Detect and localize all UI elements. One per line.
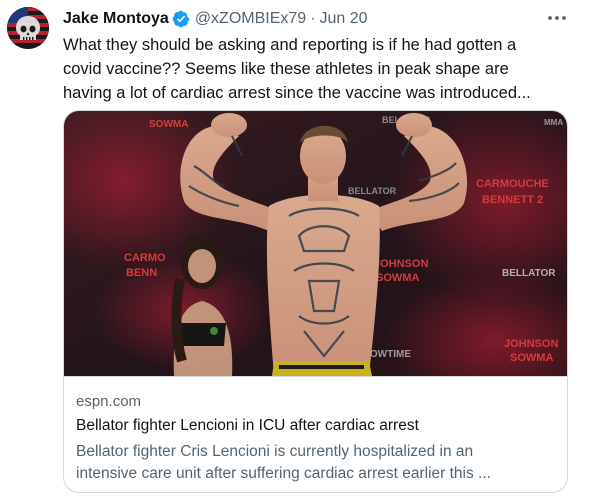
backdrop-text: MMA xyxy=(544,118,563,127)
tweet-text-line: having a lot of cardiac arrest since the… xyxy=(63,84,531,102)
card-body[interactable]: espn.com Bellator fighter Lencioni in IC… xyxy=(64,376,567,492)
separator-dot: · xyxy=(310,10,316,27)
backdrop-text: SOWMA xyxy=(149,119,188,130)
author-handle[interactable]: @xZOMBIEx79 xyxy=(195,10,306,28)
backdrop-text: CARMOUCHE xyxy=(476,178,549,190)
card-description-line: Bellator fighter Cris Lencioni is curren… xyxy=(76,443,474,460)
backdrop-text: SOWMA xyxy=(510,352,553,364)
verified-badge-icon xyxy=(172,10,190,28)
author-name[interactable]: Jake Montoya xyxy=(63,10,169,28)
more-options-button[interactable] xyxy=(540,6,574,30)
card-description-line: intensive care unit after suffering card… xyxy=(76,465,491,482)
backdrop-text: JOHNSON xyxy=(374,258,428,270)
link-card[interactable]: SOWMA BELLATOR CARMOUCHE BENNETT 2 CARMO… xyxy=(63,110,568,493)
backdrop-text: BELLATOR xyxy=(502,268,556,279)
tweet[interactable]: Jake Montoya @xZOMBIEx79 · Jun 20 What t… xyxy=(0,0,589,502)
tweet-text: What they should be asking and reporting… xyxy=(63,33,568,105)
card-image: SOWMA BELLATOR CARMOUCHE BENNETT 2 CARMO… xyxy=(64,111,567,376)
avatar[interactable] xyxy=(7,7,49,49)
tweet-header: Jake Montoya @xZOMBIEx79 · Jun 20 xyxy=(63,8,368,30)
card-title: Bellator fighter Lencioni in ICU after c… xyxy=(76,417,419,434)
tweet-date[interactable]: Jun 20 xyxy=(320,10,368,28)
backdrop-text: BENN xyxy=(126,267,157,279)
more-dots-icon xyxy=(548,16,566,20)
backdrop-text: BENNETT 2 xyxy=(482,194,543,206)
skull-flag-avatar-icon xyxy=(7,7,49,49)
card-description: Bellator fighter Cris Lencioni is curren… xyxy=(76,441,556,485)
backdrop-text: BELLATOR xyxy=(348,186,397,196)
backdrop-text: CARMO xyxy=(124,252,166,264)
tweet-text-line: covid vaccine?? Seems like these athlete… xyxy=(63,60,509,78)
card-domain: espn.com xyxy=(76,393,142,410)
backdrop-text: JOHNSON xyxy=(504,338,558,350)
tweet-text-line: What they should be asking and reporting… xyxy=(63,36,517,54)
backdrop-text: SOWMA xyxy=(376,272,419,284)
